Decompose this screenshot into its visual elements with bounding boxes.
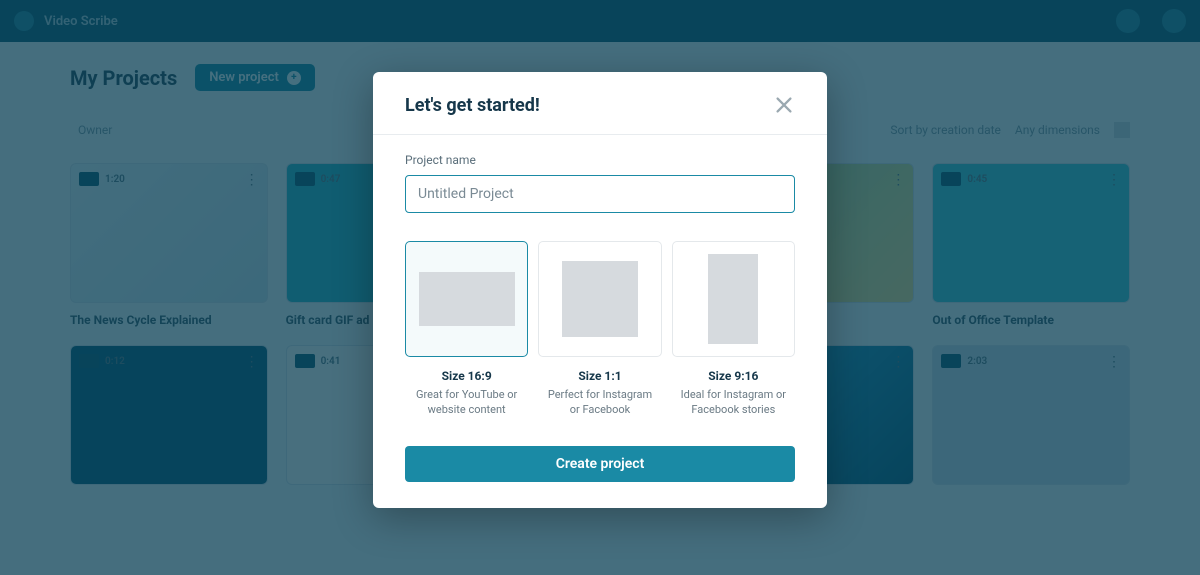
size-title: Size 16:9 [405,369,528,383]
size-description: Great for YouTube or website content [405,387,528,418]
aspect-preview-icon [562,261,638,337]
modal-title: Let's get started! [405,95,540,116]
aspect-preview-icon [419,272,515,326]
size-selector: Size 16:9 Great for YouTube or website c… [405,241,795,418]
modal-body: Project name Size 16:9 Great for YouTube… [373,135,827,508]
modal-header: Let's get started! [373,72,827,135]
size-option-9-16[interactable] [672,241,795,357]
size-description: Perfect for Instagram or Facebook [538,387,661,418]
size-option-1-1[interactable] [538,241,661,357]
size-description: Ideal for Instagram or Facebook stories [672,387,795,418]
project-name-label: Project name [405,153,795,167]
close-button[interactable] [773,94,795,116]
project-name-input[interactable] [405,175,795,213]
create-project-button[interactable]: Create project [405,446,795,482]
size-option-16-9[interactable] [405,241,528,357]
size-title: Size 1:1 [538,369,661,383]
aspect-preview-icon [708,254,758,344]
new-project-modal: Let's get started! Project name Size 16:… [373,72,827,508]
size-title: Size 9:16 [672,369,795,383]
close-icon [773,94,795,116]
